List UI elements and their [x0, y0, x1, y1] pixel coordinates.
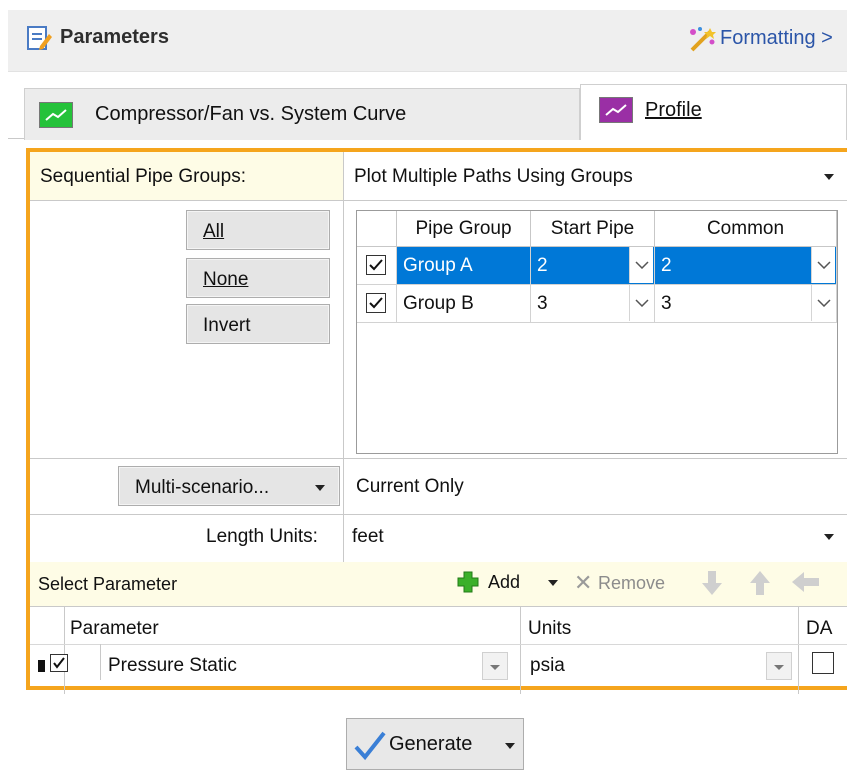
chevron-down-icon[interactable]	[629, 247, 653, 283]
row-divider	[30, 644, 847, 645]
group-name-cell[interactable]: Group B	[397, 285, 531, 323]
parameter-checkbox[interactable]	[50, 654, 68, 672]
arrow-left-icon[interactable]	[790, 570, 820, 600]
purple-chart-icon	[599, 97, 633, 123]
parameter-name[interactable]: Pressure Static	[108, 655, 237, 677]
column-divider	[343, 152, 344, 458]
remove-icon: ✕	[574, 570, 593, 595]
add-button[interactable]: Add	[488, 572, 520, 593]
select-none-label: None	[203, 269, 249, 290]
column-header-start-pipe[interactable]: Start Pipe	[531, 211, 655, 247]
common-pipe-value: 2	[661, 255, 672, 276]
tab-label: Compressor/Fan vs. System Curve	[95, 103, 407, 125]
column-header-common[interactable]: Common	[655, 211, 837, 247]
grid-corner-header	[357, 211, 397, 247]
group-checkbox[interactable]	[366, 255, 386, 275]
length-units-label: Length Units:	[206, 526, 318, 547]
green-chart-icon	[39, 102, 73, 128]
table-row	[357, 285, 397, 323]
start-pipe-value: 3	[537, 293, 548, 314]
pipe-groups-grid: Pipe Group Start Pipe Common Group A 2 2	[356, 210, 838, 454]
tab-profile[interactable]: Profile	[580, 84, 847, 140]
profile-settings-panel: Sequential Pipe Groups: Plot Multiple Pa…	[26, 148, 847, 694]
column-divider	[100, 644, 101, 680]
group-checkbox[interactable]	[366, 293, 386, 313]
parameters-icon	[26, 24, 52, 52]
common-pipe-cell[interactable]: 3	[655, 285, 837, 323]
column-divider	[520, 606, 521, 694]
page-title: Parameters	[60, 26, 169, 48]
select-all-button[interactable]: All	[186, 210, 330, 250]
chevron-down-icon[interactable]	[766, 652, 792, 680]
group-name: Group A	[403, 255, 473, 276]
invert-label: Invert	[203, 315, 251, 336]
sequential-groups-label: Sequential Pipe Groups:	[40, 166, 246, 187]
select-all-label: All	[203, 221, 225, 242]
row-divider	[30, 514, 847, 515]
column-header-label: Pipe Group	[415, 218, 512, 239]
invert-selection-button[interactable]: Invert	[186, 304, 330, 344]
multi-scenario-button[interactable]: Multi-scenario...	[118, 466, 340, 506]
tab-compressor-fan-curve[interactable]: Compressor/Fan vs. System Curve	[24, 88, 580, 140]
chevron-down-icon[interactable]	[811, 285, 835, 321]
parameter-units[interactable]: psia	[530, 655, 565, 677]
start-pipe-value: 2	[537, 255, 548, 276]
chevron-down-icon[interactable]	[629, 285, 653, 321]
table-row	[357, 247, 397, 285]
start-pipe-cell[interactable]: 3	[531, 285, 655, 323]
formatting-wand-icon[interactable]	[686, 24, 718, 54]
column-header-da[interactable]: DA	[806, 618, 832, 640]
length-units-dropdown[interactable]: feet	[352, 526, 384, 548]
column-header-units[interactable]: Units	[528, 618, 571, 640]
column-divider	[798, 606, 799, 694]
generate-label: Generate	[389, 733, 473, 755]
multi-scenario-label: Multi-scenario...	[135, 477, 270, 498]
move-up-icon[interactable]	[748, 570, 772, 602]
move-down-icon[interactable]	[700, 570, 724, 602]
remove-button[interactable]: Remove	[598, 573, 665, 594]
column-header-parameter[interactable]: Parameter	[70, 618, 159, 640]
dropdown-arrow-icon[interactable]	[548, 580, 558, 586]
row-divider	[30, 606, 847, 607]
checkmark-icon	[353, 729, 387, 767]
da-checkbox[interactable]	[812, 652, 834, 674]
chevron-down-icon[interactable]	[811, 247, 835, 283]
dropdown-arrow-icon[interactable]	[505, 743, 515, 749]
dropdown-arrow-icon	[315, 485, 325, 491]
scenario-value: Current Only	[356, 476, 464, 497]
dropdown-arrow-icon[interactable]	[824, 534, 834, 540]
generate-button[interactable]: Generate	[346, 718, 524, 770]
common-pipe-cell[interactable]: 2	[655, 247, 837, 285]
column-header-label: Start Pipe	[550, 218, 635, 239]
select-parameter-label: Select Parameter	[38, 574, 178, 594]
column-header-pipe-group[interactable]: Pipe Group	[397, 211, 531, 247]
group-name: Group B	[403, 293, 474, 314]
tab-label: Profile	[645, 99, 702, 121]
column-divider	[343, 458, 344, 562]
column-divider	[64, 606, 65, 694]
formatting-link[interactable]: Formatting >	[720, 27, 833, 50]
dropdown-arrow-icon[interactable]	[824, 174, 834, 180]
group-name-cell[interactable]: Group A	[397, 247, 531, 285]
chevron-down-icon[interactable]	[482, 652, 508, 680]
row-divider	[30, 200, 847, 201]
row-indicator-icon	[38, 660, 45, 672]
row-divider	[30, 458, 847, 459]
start-pipe-cell[interactable]: 2	[531, 247, 655, 285]
common-pipe-value: 3	[661, 293, 672, 314]
column-header-label: Common	[706, 218, 785, 239]
add-icon[interactable]	[456, 570, 480, 600]
sequential-groups-dropdown[interactable]: Plot Multiple Paths Using Groups	[354, 166, 633, 188]
select-none-button[interactable]: None	[186, 258, 330, 298]
